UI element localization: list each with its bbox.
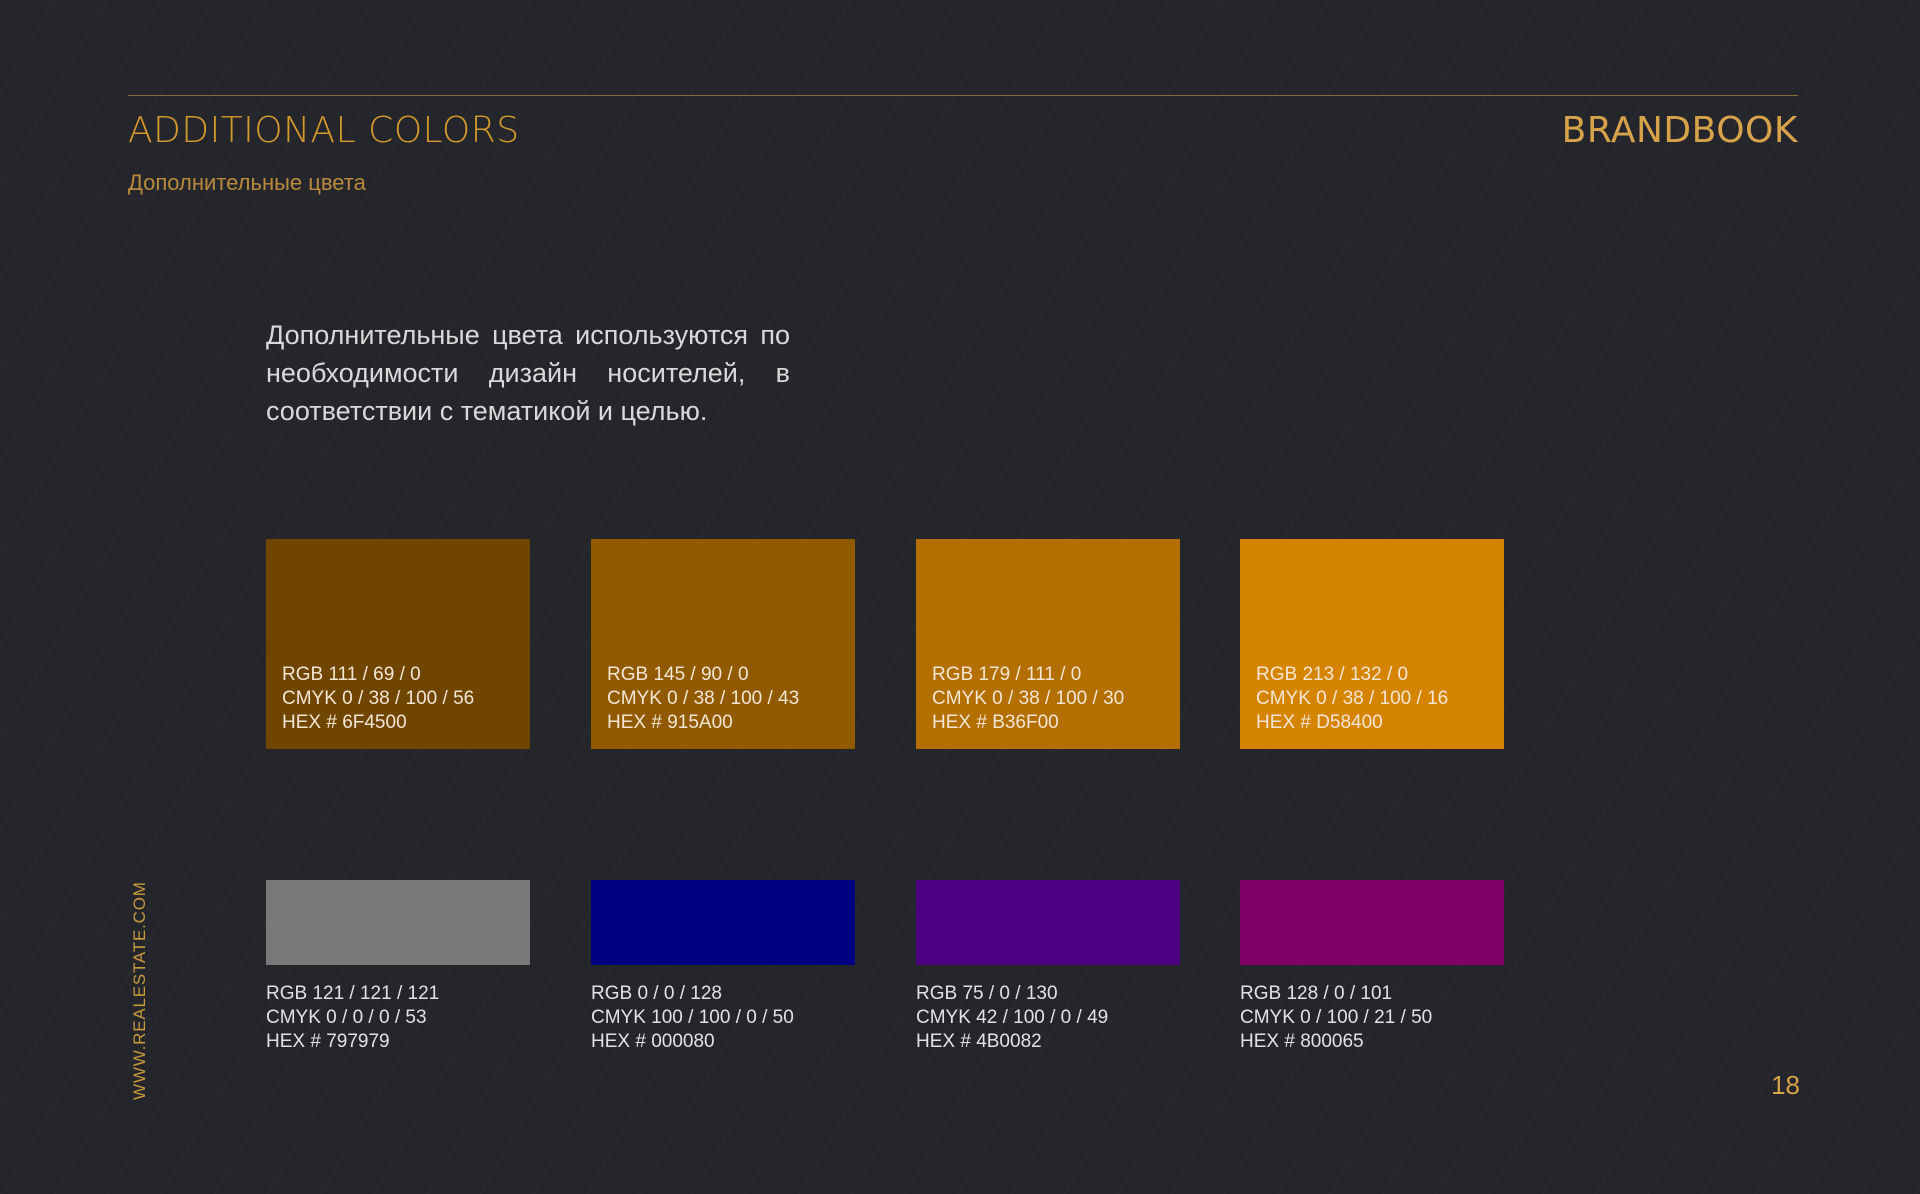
rgb-value: RGB 111 / 69 / 0 bbox=[282, 664, 421, 685]
color-swatch bbox=[1240, 880, 1504, 965]
swatch-info: RGB 0 / 0 / 128 CMYK 100 / 100 / 0 / 50 … bbox=[591, 982, 891, 1054]
section-subtitle: Дополнительные цвета bbox=[128, 170, 366, 195]
color-swatch: RGB 179 / 111 / 0 CMYK 0 / 38 / 100 / 30… bbox=[916, 539, 1180, 749]
color-swatch bbox=[591, 880, 855, 965]
rgb-value: RGB 0 / 0 / 128 bbox=[591, 983, 722, 1004]
swatch-info: RGB 75 / 0 / 130 CMYK 42 / 100 / 0 / 49 … bbox=[916, 982, 1216, 1054]
website-url: WWW.REALESTATE.COM bbox=[130, 881, 149, 1100]
section-title: ADDITIONAL COLORS bbox=[128, 110, 520, 151]
cmyk-value: CMYK 0 / 100 / 21 / 50 bbox=[1240, 1007, 1433, 1028]
hex-value: HEX # 000080 bbox=[591, 1031, 715, 1052]
swatch-info: RGB 128 / 0 / 101 CMYK 0 / 100 / 21 / 50… bbox=[1240, 982, 1540, 1054]
hex-value: HEX # 800065 bbox=[1240, 1031, 1364, 1052]
swatch-info: RGB 145 / 90 / 0 CMYK 0 / 38 / 100 / 43 … bbox=[607, 663, 799, 735]
hex-value: HEX # 4B0082 bbox=[916, 1031, 1042, 1052]
brand-label: BRANDBOOK bbox=[1561, 110, 1798, 151]
top-divider bbox=[128, 95, 1798, 96]
swatch-info: RGB 111 / 69 / 0 CMYK 0 / 38 / 100 / 56 … bbox=[282, 663, 474, 735]
swatch-info: RGB 179 / 111 / 0 CMYK 0 / 38 / 100 / 30… bbox=[932, 663, 1124, 735]
color-swatch bbox=[266, 880, 530, 965]
cmyk-value: CMYK 0 / 38 / 100 / 16 bbox=[1256, 688, 1449, 709]
swatch-info: RGB 213 / 132 / 0 CMYK 0 / 38 / 100 / 16… bbox=[1256, 663, 1448, 735]
color-swatch: RGB 111 / 69 / 0 CMYK 0 / 38 / 100 / 56 … bbox=[266, 539, 530, 749]
cmyk-value: CMYK 0 / 38 / 100 / 56 bbox=[282, 688, 475, 709]
page-number: 18 bbox=[1771, 1070, 1800, 1100]
rgb-value: RGB 213 / 132 / 0 bbox=[1256, 664, 1409, 685]
color-swatch: RGB 145 / 90 / 0 CMYK 0 / 38 / 100 / 43 … bbox=[591, 539, 855, 749]
swatch-info: RGB 121 / 121 / 121 CMYK 0 / 0 / 0 / 53 … bbox=[266, 982, 566, 1054]
brandbook-page: ADDITIONAL COLORS Дополнительные цвета B… bbox=[0, 0, 1920, 1194]
rgb-value: RGB 75 / 0 / 130 bbox=[916, 983, 1058, 1004]
hex-value: HEX # 797979 bbox=[266, 1031, 390, 1052]
hex-value: HEX # D58400 bbox=[1256, 712, 1383, 733]
hex-value: HEX # 6F4500 bbox=[282, 712, 407, 733]
rgb-value: RGB 179 / 111 / 0 bbox=[932, 664, 1082, 685]
rgb-value: RGB 145 / 90 / 0 bbox=[607, 664, 749, 685]
cmyk-value: CMYK 0 / 38 / 100 / 30 bbox=[932, 688, 1125, 709]
cmyk-value: CMYK 100 / 100 / 0 / 50 bbox=[591, 1007, 794, 1028]
color-swatch: RGB 213 / 132 / 0 CMYK 0 / 38 / 100 / 16… bbox=[1240, 539, 1504, 749]
cmyk-value: CMYK 0 / 38 / 100 / 43 bbox=[607, 688, 800, 709]
cmyk-value: CMYK 42 / 100 / 0 / 49 bbox=[916, 1007, 1109, 1028]
rgb-value: RGB 121 / 121 / 121 bbox=[266, 983, 440, 1004]
description-text: Дополнительные цвета используются по нео… bbox=[266, 320, 790, 426]
hex-value: HEX # 915A00 bbox=[607, 712, 733, 733]
hex-value: HEX # B36F00 bbox=[932, 712, 1059, 733]
rgb-value: RGB 128 / 0 / 101 bbox=[1240, 983, 1393, 1004]
color-swatch bbox=[916, 880, 1180, 965]
cmyk-value: CMYK 0 / 0 / 0 / 53 bbox=[266, 1007, 427, 1028]
